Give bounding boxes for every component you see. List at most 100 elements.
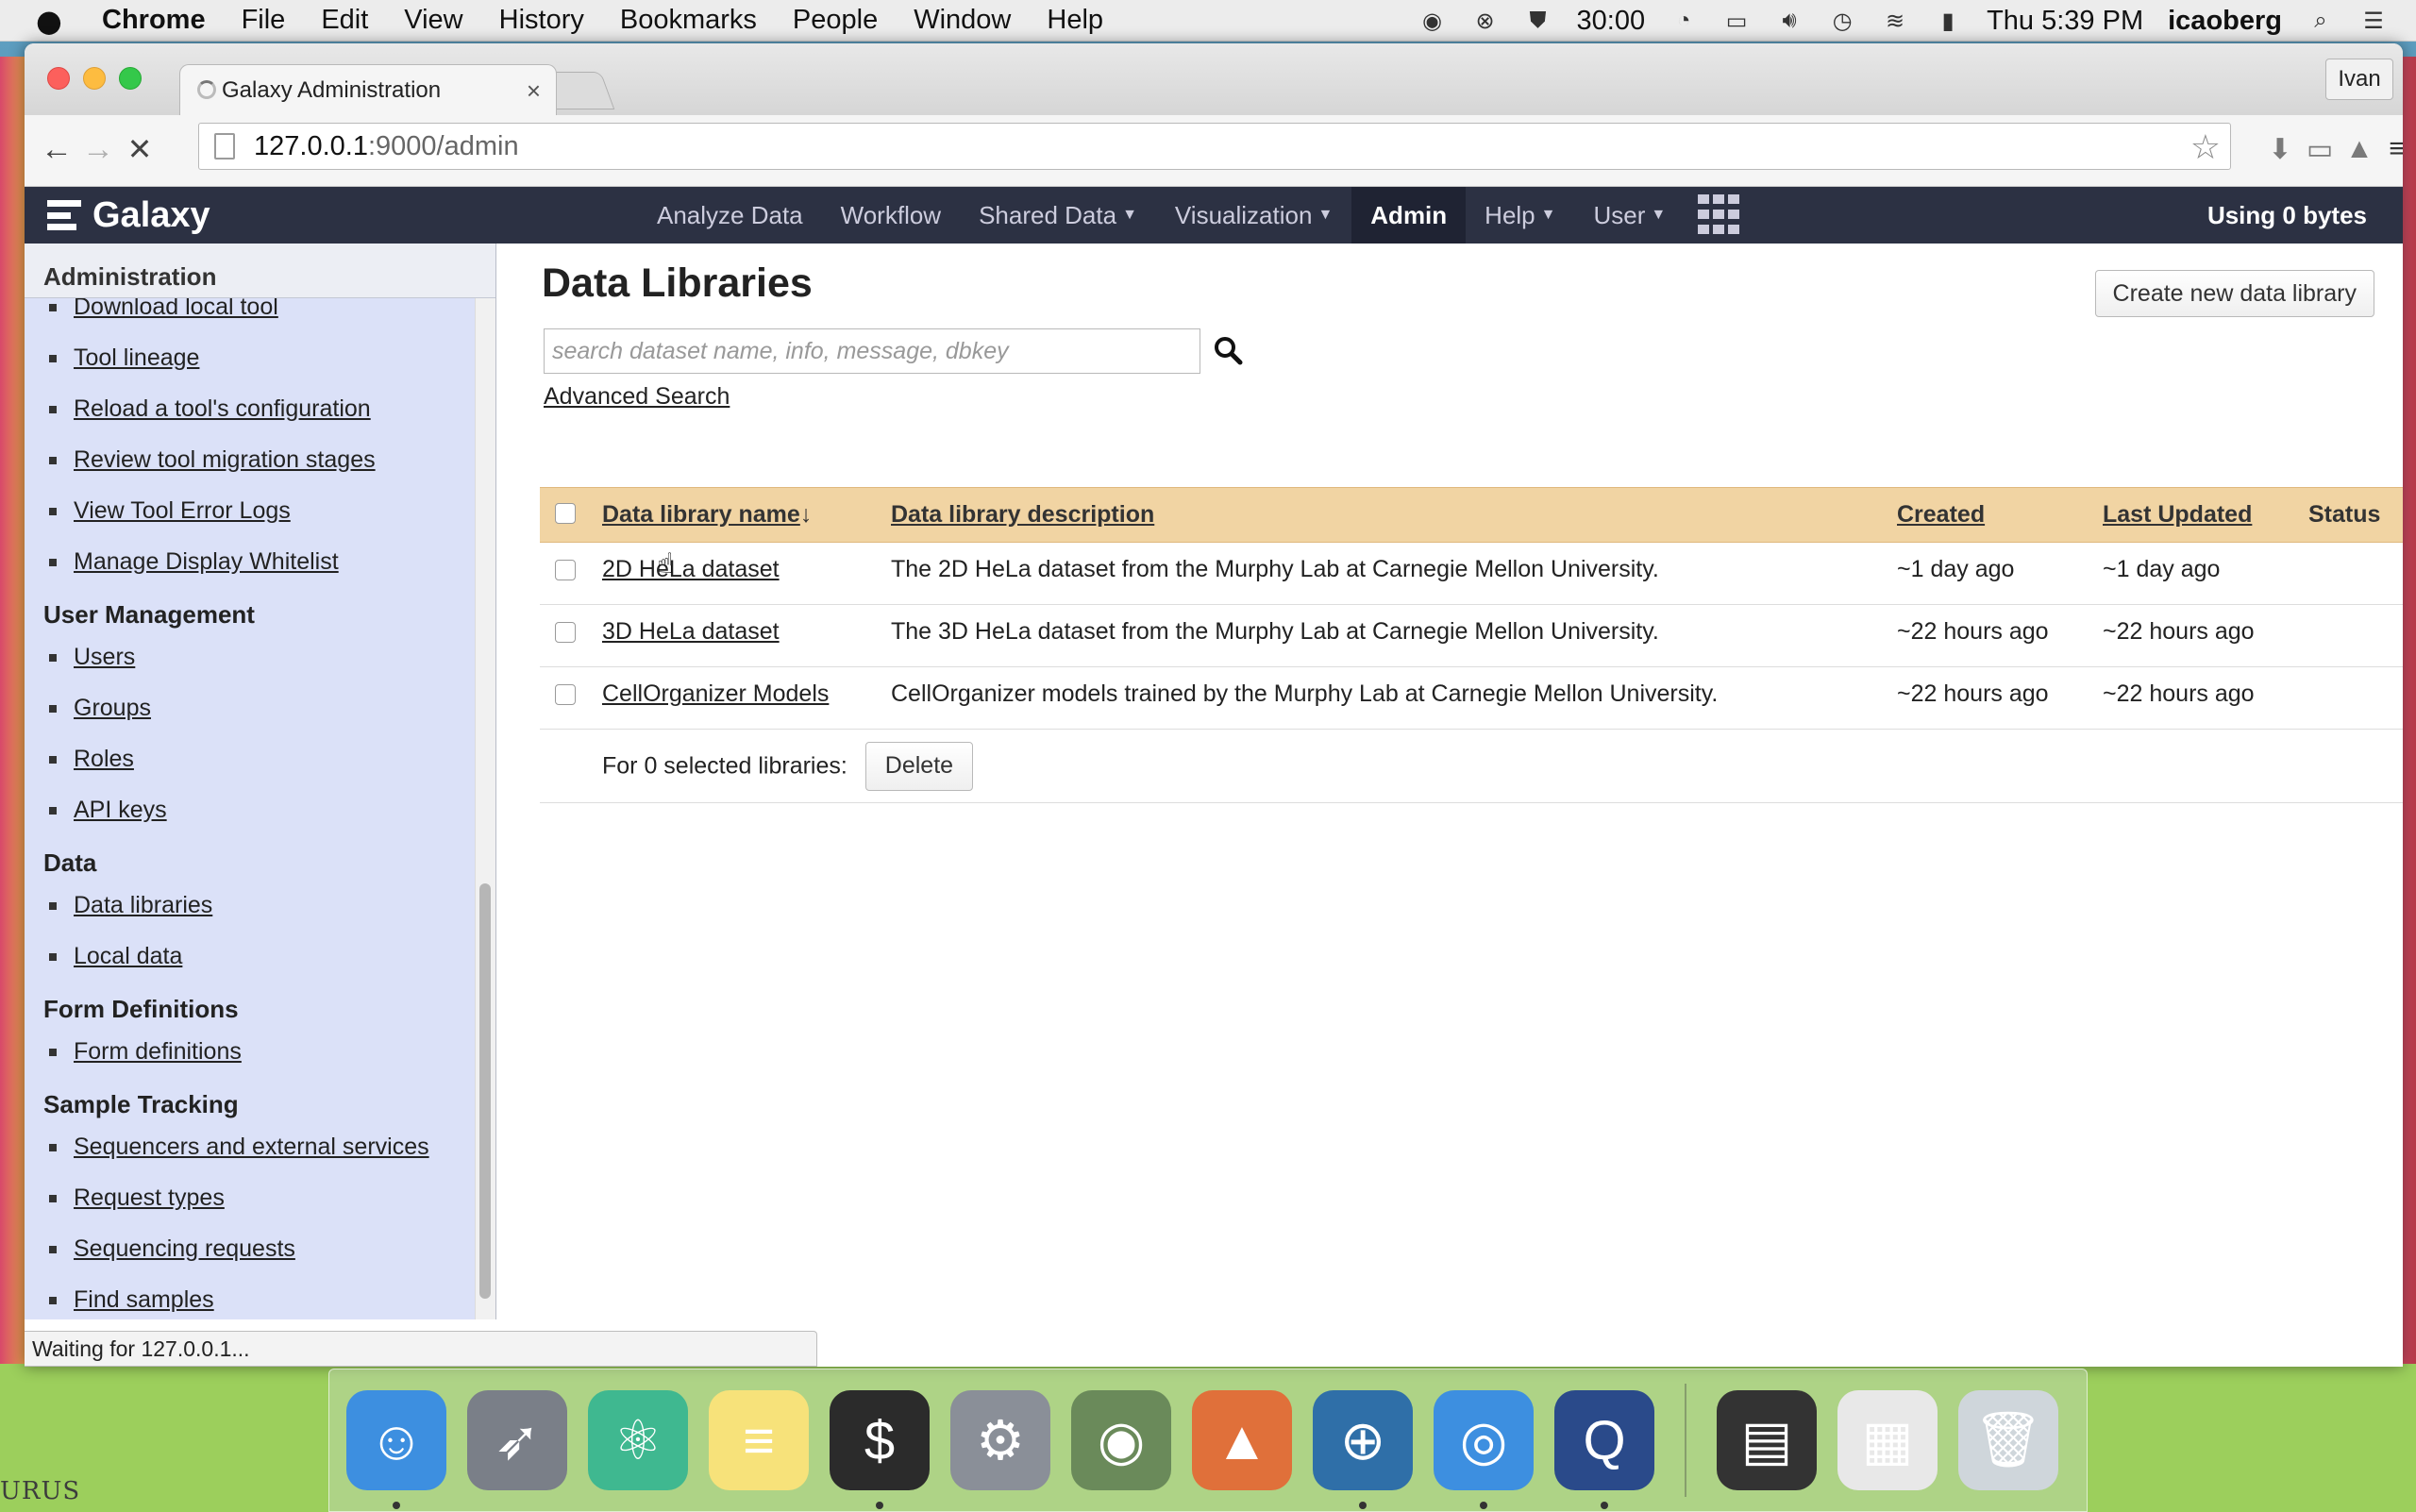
menu-history[interactable]: History <box>499 5 584 36</box>
nav-analyze-data[interactable]: Analyze Data <box>638 187 822 244</box>
column-created[interactable]: Created <box>1897 487 2103 543</box>
library-link[interactable]: 2D HeLa dataset <box>602 556 780 582</box>
window-minimize-button[interactable] <box>83 67 106 90</box>
vpn-status-icon[interactable]: ⊗ <box>1471 8 1500 34</box>
row-checkbox[interactable] <box>555 560 576 580</box>
scratchbook-grid-icon[interactable] <box>1698 194 1740 236</box>
launchpad-icon[interactable]: ➶ <box>467 1390 567 1490</box>
search-input[interactable] <box>544 328 1200 374</box>
quicktime-icon[interactable]: Q <box>1554 1390 1654 1509</box>
finder-icon[interactable]: ☺ <box>346 1390 446 1509</box>
tab-galaxy-administration[interactable]: Galaxy Administration × <box>179 64 557 115</box>
list-item[interactable]: Download local tool <box>43 298 476 332</box>
extension-download-icon[interactable]: ⬇ <box>2261 130 2299 168</box>
sort-created-link[interactable]: Created <box>1897 501 1985 528</box>
nav-admin[interactable]: Admin <box>1351 187 1467 244</box>
nav-help[interactable]: Help ▼ <box>1466 187 1574 244</box>
list-item[interactable]: Review tool migration stages <box>43 434 476 485</box>
list-item[interactable]: Groups <box>43 682 476 733</box>
forward-button[interactable]: → <box>77 128 119 170</box>
nav-shared-data[interactable]: Shared Data ▼ <box>960 187 1156 244</box>
list-item[interactable]: Users <box>43 631 476 682</box>
notes-icon[interactable]: ≡ <box>709 1390 809 1490</box>
volume-icon[interactable]: 🔊︎ <box>1775 8 1804 34</box>
time-machine-icon[interactable]: ◷ <box>1828 8 1856 34</box>
list-item[interactable]: Sequencers and external services <box>43 1121 476 1172</box>
wifi-icon[interactable]: ≋ <box>1881 8 1909 34</box>
link-local-data[interactable]: Local data <box>74 943 182 970</box>
link-find-samples[interactable]: Find samples <box>74 1286 214 1314</box>
profile-button[interactable]: Ivan <box>2325 59 2393 100</box>
sort-description-link[interactable]: Data library description <box>891 501 1154 528</box>
address-bar[interactable]: 127.0.0.1:9000/admin ☆ <box>198 123 2231 170</box>
list-item[interactable]: Local data <box>43 931 476 982</box>
list-item[interactable]: Request types <box>43 1172 476 1223</box>
link-review-migration[interactable]: Review tool migration stages <box>74 446 376 474</box>
link-groups[interactable]: Groups <box>74 695 151 722</box>
menu-bookmarks[interactable]: Bookmarks <box>620 5 757 36</box>
link-tool-error-logs[interactable]: View Tool Error Logs <box>74 497 291 525</box>
link-display-whitelist[interactable]: Manage Display Whitelist <box>74 548 339 576</box>
back-button[interactable]: ← <box>36 128 77 170</box>
column-description[interactable]: Data library description <box>891 487 1897 543</box>
cast-icon[interactable]: ▭ <box>2301 130 2339 168</box>
menu-file[interactable]: File <box>242 5 286 36</box>
create-library-button[interactable]: Create new data library <box>2094 270 2374 317</box>
link-form-definitions[interactable]: Form definitions <box>74 1038 242 1066</box>
advanced-search-link[interactable]: Advanced Search <box>544 383 730 411</box>
link-api-keys[interactable]: API keys <box>74 797 167 824</box>
bookmark-star-icon[interactable]: ☆ <box>2190 127 2221 167</box>
tab-close-icon[interactable]: × <box>527 76 541 106</box>
galaxy-brand[interactable]: Galaxy <box>47 187 210 244</box>
list-item[interactable]: Data libraries <box>43 880 476 931</box>
column-updated[interactable]: Last Updated <box>2103 487 2308 543</box>
list-item[interactable]: View Tool Error Logs <box>43 485 476 536</box>
library-link[interactable]: CellOrganizer Models <box>602 680 829 707</box>
list-item[interactable]: Reload a tool's configuration <box>43 383 476 434</box>
delete-button[interactable]: Delete <box>864 741 974 791</box>
link-sequencing-requests[interactable]: Sequencing requests <box>74 1235 295 1263</box>
chrome-icon[interactable]: ◎ <box>1434 1390 1534 1509</box>
list-item[interactable]: Sequencing requests <box>43 1223 476 1274</box>
terminal-window-icon[interactable]: ▤ <box>1717 1390 1817 1490</box>
window-close-button[interactable] <box>47 67 70 90</box>
quota-meter[interactable]: Using 0 bytes <box>2207 187 2367 244</box>
row-checkbox[interactable] <box>555 684 576 705</box>
shield-icon[interactable]: ⛊ <box>1524 8 1552 34</box>
tomato-timer-icon[interactable]: ◔ <box>1669 8 1698 34</box>
preview-icon[interactable]: ◉ <box>1071 1390 1171 1490</box>
clock-text[interactable]: Thu 5:39 PM <box>1987 6 2143 37</box>
sort-updated-link[interactable]: Last Updated <box>2103 501 2252 528</box>
atom-icon[interactable]: ⚛ <box>588 1390 688 1490</box>
drive-icon[interactable]: ▲ <box>2340 130 2378 168</box>
search-icon[interactable] <box>1212 334 1244 366</box>
menu-people[interactable]: People <box>793 5 878 36</box>
library-link[interactable]: 3D HeLa dataset <box>602 618 780 645</box>
menu-window[interactable]: Window <box>914 5 1011 36</box>
list-item[interactable]: Find samples <box>43 1274 476 1319</box>
apple-icon[interactable]: ● <box>36 3 70 39</box>
link-sequencers[interactable]: Sequencers and external services <box>74 1134 429 1161</box>
timer-text[interactable]: 30:00 <box>1577 6 1646 37</box>
nav-workflow[interactable]: Workflow <box>822 187 960 244</box>
spotlight-icon[interactable]: ⌕ <box>2307 8 2335 34</box>
list-item[interactable]: API keys <box>43 784 476 835</box>
column-name[interactable]: Data library name↓ <box>602 487 891 543</box>
menu-view[interactable]: View <box>404 5 462 36</box>
link-reload-tool-config[interactable]: Reload a tool's configuration <box>74 395 371 423</box>
airplay-icon[interactable]: ▭ <box>1722 8 1751 34</box>
window-zoom-button[interactable] <box>119 67 142 90</box>
chrome-window-icon[interactable]: ▦ <box>1837 1390 1938 1490</box>
chrome-menu-icon[interactable]: ≡ <box>2378 130 2403 168</box>
trash-icon[interactable]: 🗑 <box>1958 1390 2058 1490</box>
vpn-icon[interactable]: ⊕ <box>1313 1390 1413 1509</box>
menubar-app-name[interactable]: Chrome <box>102 5 206 36</box>
battery-icon[interactable]: ▮ <box>1934 8 1962 34</box>
link-roles[interactable]: Roles <box>74 746 134 773</box>
notification-center-icon[interactable]: ☰ <box>2359 8 2388 34</box>
sort-name-link[interactable]: Data library name <box>602 501 800 528</box>
link-users[interactable]: Users <box>74 644 135 671</box>
matlab-icon[interactable]: ▲ <box>1192 1390 1292 1490</box>
nav-user[interactable]: User ▼ <box>1575 187 1686 244</box>
row-checkbox[interactable] <box>555 622 576 643</box>
